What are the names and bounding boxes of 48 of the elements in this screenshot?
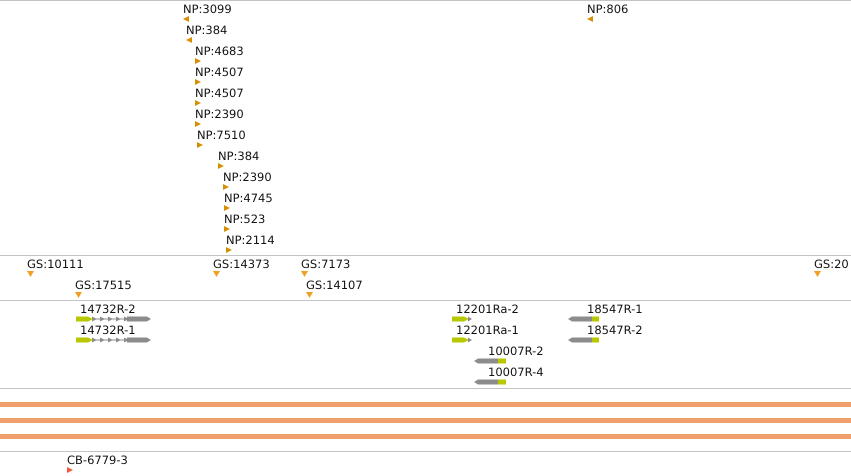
feature-label: NP:384 (218, 150, 260, 163)
feature-label: GS:14373 (213, 258, 270, 271)
down-triangle-icon (301, 271, 308, 277)
right-triangle-icon (195, 79, 201, 85)
right-triangle-icon (67, 467, 73, 473)
feature-label: NP:4507 (195, 87, 244, 100)
down-triangle-icon (213, 271, 220, 277)
feature-label: NP:523 (224, 213, 266, 226)
feature-label: NP:4683 (195, 45, 244, 58)
left-triangle-icon (587, 16, 593, 22)
gene-label: 18547R-1 (587, 303, 643, 316)
gene-label: 14732R-1 (80, 324, 136, 337)
right-triangle-icon (197, 142, 203, 148)
down-triangle-icon (306, 292, 313, 298)
right-triangle-icon (195, 121, 201, 127)
gene-label: 10007R-4 (488, 366, 544, 379)
feature-label: GS:10111 (27, 258, 84, 271)
feature-label: NP:2390 (223, 171, 272, 184)
right-triangle-icon (218, 163, 224, 169)
feature-label: NP:2390 (195, 108, 244, 121)
right-triangle-icon (224, 226, 230, 232)
feature-label: GS:20 (814, 258, 849, 271)
feature-label: NP:806 (587, 3, 628, 16)
feature-label: NP:2114 (226, 234, 275, 247)
gene-label: 14732R-2 (80, 303, 136, 316)
right-triangle-icon (224, 205, 230, 211)
left-triangle-icon (183, 16, 189, 22)
down-triangle-icon (814, 271, 821, 277)
feature-label: NP:7510 (197, 129, 246, 142)
feature-label: NP:3099 (183, 3, 232, 16)
gene-label: 10007R-2 (488, 345, 544, 358)
gene-label: 12201Ra-1 (456, 324, 519, 337)
feature-label: NP:4745 (224, 192, 273, 205)
feature-label: GS:7173 (301, 258, 350, 271)
gene-label: 18547R-2 (587, 324, 643, 337)
right-triangle-icon (226, 247, 232, 253)
down-triangle-icon (27, 271, 34, 277)
right-triangle-icon (223, 184, 229, 190)
feature-label: GS:14107 (306, 279, 363, 292)
feature-label: GS:17515 (75, 279, 132, 292)
right-triangle-icon (195, 58, 201, 64)
left-triangle-icon (186, 37, 192, 43)
feature-label: CB-6779-3 (67, 454, 128, 467)
right-triangle-icon (195, 100, 201, 106)
feature-label: NP:4507 (195, 66, 244, 79)
gene-label: 12201Ra-2 (456, 303, 519, 316)
feature-label: NP:384 (186, 24, 228, 37)
down-triangle-icon (75, 292, 82, 298)
